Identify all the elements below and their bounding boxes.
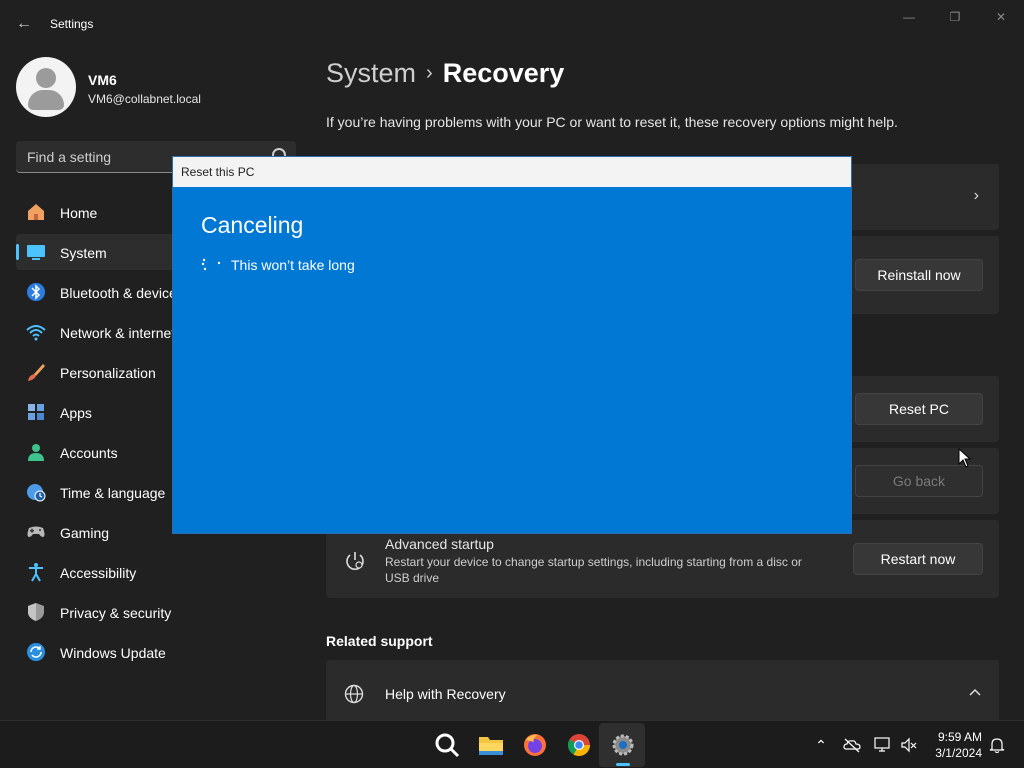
gamepad-icon [27,526,45,537]
sidebar-item-label: Time & language [60,485,166,501]
update-icon [27,643,45,661]
avatar[interactable] [16,57,76,117]
title-bar: ← Settings — ❐ ✕ [0,0,1024,48]
minimize-button[interactable]: — [894,8,924,26]
brush-icon [28,364,45,381]
advanced-startup-description: Restart your device to change startup se… [385,555,802,585]
clock-date: 3/1/2024 [935,746,982,760]
accessibility-icon [29,563,43,582]
breadcrumb: System › Recovery [326,58,564,89]
system-icon [27,245,45,260]
chevron-up-icon[interactable] [969,688,981,696]
sidebar-item-windows-update[interactable]: Windows Update [16,634,296,670]
notification-bell-icon[interactable] [988,736,1006,754]
dialog-title: Reset this PC [181,165,255,179]
sidebar-item-label: Apps [60,405,92,421]
page-title: Recovery [442,58,565,88]
breadcrumb-parent[interactable]: System [326,58,416,88]
chevron-right-icon: › [426,62,433,84]
reinstall-now-button[interactable]: Reinstall now [855,259,983,291]
network-icon [26,325,46,341]
user-email: VM6@collabnet.local [88,92,201,106]
sidebar-item-label: Personalization [60,365,156,381]
restart-now-button[interactable]: Restart now [853,543,983,575]
apps-icon [28,404,44,420]
advanced-startup-icon [346,552,364,570]
firefox-icon[interactable] [520,730,550,760]
chrome-icon[interactable] [564,730,594,760]
sidebar-item-label: Gaming [60,525,110,541]
chevron-up-icon[interactable]: ⌃ [812,736,830,754]
bluetooth-icon [27,283,45,301]
sidebar-item-label: Windows Update [60,645,166,661]
chevron-right-icon: › [973,187,979,204]
reset-pc-button[interactable]: Reset PC [855,393,983,425]
close-button[interactable]: ✕ [986,8,1016,26]
maximize-button[interactable]: ❐ [940,8,970,26]
reset-this-pc-dialog: Reset this PC Canceling This won’t take … [172,156,852,534]
globe-icon [344,684,364,704]
help-with-recovery-title: Help with Recovery [385,686,506,702]
intro-text: If you’re having problems with your PC o… [326,114,898,130]
settings-icon[interactable] [608,730,638,760]
sidebar-item-label: Home [60,205,98,221]
sidebar-item-label: Accessibility [60,565,137,581]
go-back-button[interactable]: Go back [855,465,983,497]
shield-icon [28,603,44,621]
sidebar-item-label: Network & internet [60,325,176,341]
sidebar-item-label: Accounts [60,445,118,461]
clock-globe-icon [27,484,46,502]
back-arrow-icon[interactable]: ← [12,12,36,36]
dialog-status-text: This won’t take long [231,257,355,273]
sidebar-item-label: Privacy & security [60,605,172,621]
app-title: Settings [50,17,94,31]
home-icon [28,204,44,220]
loading-spinner-icon [201,258,221,271]
onedrive-offline-icon[interactable] [843,736,861,754]
system-clock[interactable]: 9:59 AM 3/1/2024 [926,729,982,761]
related-support-heading: Related support [326,633,433,649]
help-with-recovery-card[interactable]: Help with Recovery [326,660,999,720]
active-app-indicator [616,763,630,766]
user-name: VM6 [88,72,117,88]
volume-muted-icon[interactable] [900,736,918,754]
mouse-cursor-icon [958,448,972,468]
sidebar-item-label: Bluetooth & devices [60,285,184,301]
taskbar: ⌃ 9:59 AM 3/1/2024 [0,720,1024,768]
clock-time: 9:59 AM [937,730,982,744]
dialog-title-bar: Reset this PC [173,157,851,187]
sidebar-item-accessibility[interactable]: Accessibility [16,554,296,590]
advanced-startup-title: Advanced startup [385,536,494,552]
sidebar-item-label: System [60,245,107,261]
sidebar-item-privacy-security[interactable]: Privacy & security [16,594,296,630]
dialog-heading: Canceling [201,212,304,238]
accounts-icon [28,444,44,461]
file-explorer-icon[interactable] [476,730,506,760]
display-network-icon[interactable] [874,736,892,754]
search-icon[interactable] [432,730,462,760]
